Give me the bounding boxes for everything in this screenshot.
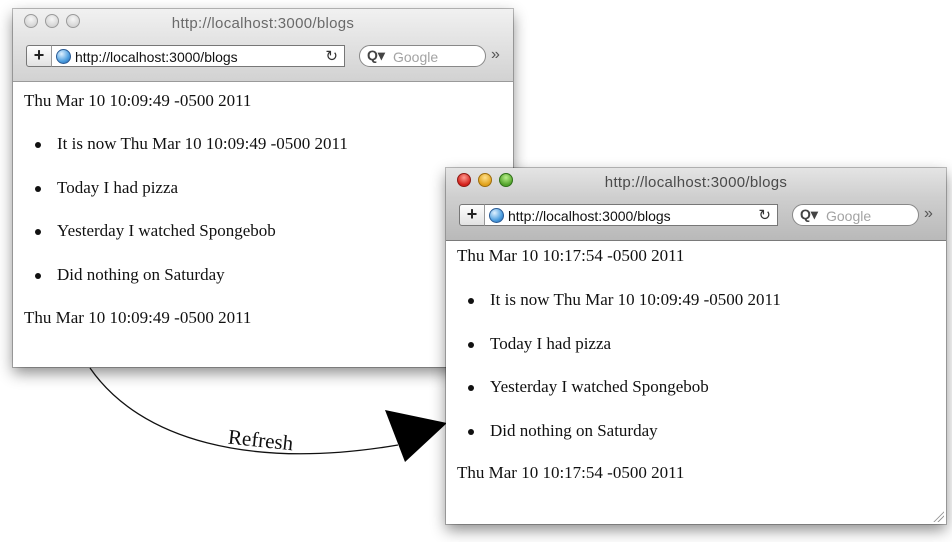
timestamp-top: Thu Mar 10 10:17:54 -0500 2011 <box>457 246 685 265</box>
globe-icon <box>489 208 504 223</box>
chevron-right-icon[interactable]: » <box>924 205 933 223</box>
browser-window-after: http://localhost:3000/blogs + http://loc… <box>446 168 946 524</box>
url-text[interactable]: http://localhost:3000/blogs <box>508 208 671 224</box>
resize-grip-icon[interactable] <box>932 510 944 522</box>
timestamp-bottom: Thu Mar 10 10:17:54 -0500 2011 <box>457 463 685 482</box>
arrow-icon <box>385 410 447 462</box>
title-bar: http://localhost:3000/blogs + http://loc… <box>446 168 946 241</box>
list-item: Did nothing on Saturday <box>468 421 658 440</box>
address-bar[interactable]: http://localhost:3000/blogs ↻ <box>484 204 778 226</box>
add-bookmark-button[interactable]: + <box>459 204 485 226</box>
search-placeholder[interactable]: Google <box>826 208 871 224</box>
list-item: It is now Thu Mar 10 10:09:49 -0500 2011 <box>468 290 781 309</box>
search-input[interactable]: Q▾ Google <box>792 204 919 226</box>
list-item: Today I had pizza <box>467 334 612 353</box>
page-content: Thu Mar 10 10:17:54 -0500 2011 It is now… <box>446 241 946 524</box>
reload-icon[interactable]: ↻ <box>758 206 771 224</box>
window-title: http://localhost:3000/blogs <box>604 174 788 191</box>
search-icon[interactable]: Q▾ <box>800 206 818 223</box>
list-item: Yesterday I watched Spongebob <box>468 377 709 396</box>
